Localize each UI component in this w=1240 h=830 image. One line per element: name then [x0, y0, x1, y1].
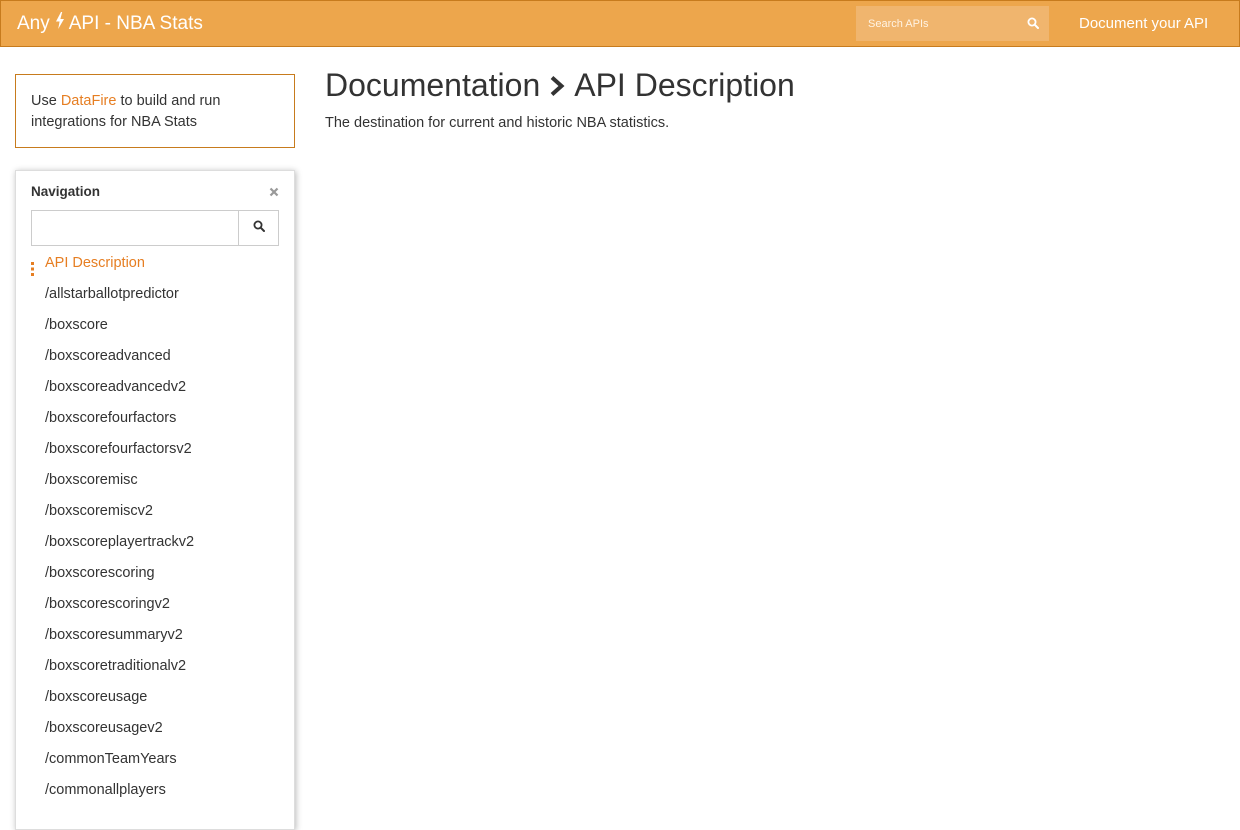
navigation-title: Navigation — [31, 184, 101, 199]
lightning-bolt-icon — [55, 12, 65, 35]
brand-prefix: Any — [17, 12, 50, 34]
nav-item[interactable]: /allstarballotpredictor — [16, 279, 294, 310]
nav-item[interactable]: /boxscoreadvanced — [16, 341, 294, 372]
navigation-search — [31, 210, 279, 246]
active-marker-icon — [31, 257, 34, 276]
nav-item-label: /boxscoremisc — [45, 472, 138, 488]
nav-item-label: /boxscoreadvanced — [45, 348, 171, 364]
nav-item[interactable]: /boxscoretraditionalv2 — [16, 651, 294, 682]
promo-prefix: Use — [31, 93, 57, 109]
nav-item[interactable]: /commonTeamYears — [16, 744, 294, 775]
nav-item-label: /boxscoreadvancedv2 — [45, 379, 187, 395]
nav-item[interactable]: /boxscore — [16, 310, 294, 341]
nav-item[interactable]: /commonallplayers — [16, 775, 294, 806]
nav-item[interactable]: /boxscorefourfactors — [16, 403, 294, 434]
api-search-box — [856, 6, 1049, 41]
promo-suffix: to build and run integrations for NBA St… — [31, 93, 221, 130]
nav-item[interactable]: /boxscoreusage — [16, 682, 294, 713]
breadcrumb-documentation[interactable]: Documentation — [325, 67, 540, 104]
nav-item-label: /boxscoreusagev2 — [45, 720, 163, 736]
nav-item-label: /boxscorescoringv2 — [45, 596, 170, 612]
search-icon — [253, 219, 265, 237]
nav-item[interactable]: /boxscorescoring — [16, 558, 294, 589]
nav-item-label: /allstarballotpredictor — [45, 286, 179, 302]
brand-link[interactable]: Any API - NBA Stats — [17, 12, 203, 35]
nav-item[interactable]: /boxscoresummaryv2 — [16, 620, 294, 651]
top-navbar: Any API - NBA Stats Document your API — [0, 0, 1240, 47]
nav-item-label: /boxscoreplayertrackv2 — [45, 534, 195, 550]
chevron-right-icon — [549, 68, 565, 105]
nav-item-active[interactable]: API Description — [16, 248, 294, 279]
nav-item-label: /boxscorescoring — [45, 565, 155, 581]
datafire-promo: Use DataFire to build and run integratio… — [15, 74, 295, 148]
close-icon[interactable] — [268, 185, 280, 197]
nav-item-label: /boxscorefourfactors — [45, 410, 177, 426]
navigation-search-input[interactable] — [32, 211, 239, 245]
search-icon[interactable] — [1027, 16, 1041, 30]
navigation-list: API Description/allstarballotpredictor/b… — [16, 248, 294, 806]
nav-item-label: /boxscoreusage — [45, 689, 148, 705]
nav-item-label: API Description — [45, 255, 145, 271]
nav-item[interactable]: /boxscorefourfactorsv2 — [16, 434, 294, 465]
nav-item-label: /commonTeamYears — [45, 751, 177, 767]
document-your-api-link[interactable]: Document your API — [1079, 15, 1208, 32]
nav-item-label: /boxscorefourfactorsv2 — [45, 441, 192, 457]
nav-item[interactable]: /boxscoremisc — [16, 465, 294, 496]
nav-item[interactable]: /boxscorescoringv2 — [16, 589, 294, 620]
nav-item[interactable]: /boxscoreadvancedv2 — [16, 372, 294, 403]
nav-item[interactable]: /boxscoreusagev2 — [16, 713, 294, 744]
navigation-search-button[interactable] — [238, 211, 278, 245]
api-search-input[interactable] — [856, 6, 1016, 41]
nav-item-label: /commonallplayers — [45, 782, 166, 798]
nav-item-label: /boxscore — [45, 317, 108, 333]
nav-item[interactable]: /boxscoremiscv2 — [16, 496, 294, 527]
nav-item-label: /boxscoresummaryv2 — [45, 627, 183, 643]
nav-item[interactable]: /boxscoreplayertrackv2 — [16, 527, 294, 558]
nav-item-label: /boxscoretraditionalv2 — [45, 658, 187, 674]
nav-item-label: /boxscoremiscv2 — [45, 503, 153, 519]
breadcrumb-current: API Description — [574, 67, 795, 103]
api-description: The destination for current and historic… — [325, 115, 670, 131]
page-title: Documentation API Description — [325, 66, 795, 105]
brand-title: API - NBA Stats — [68, 12, 203, 34]
navigation-panel: Navigation API Description/allstarballot… — [15, 170, 295, 830]
datafire-link[interactable]: DataFire — [61, 93, 117, 109]
